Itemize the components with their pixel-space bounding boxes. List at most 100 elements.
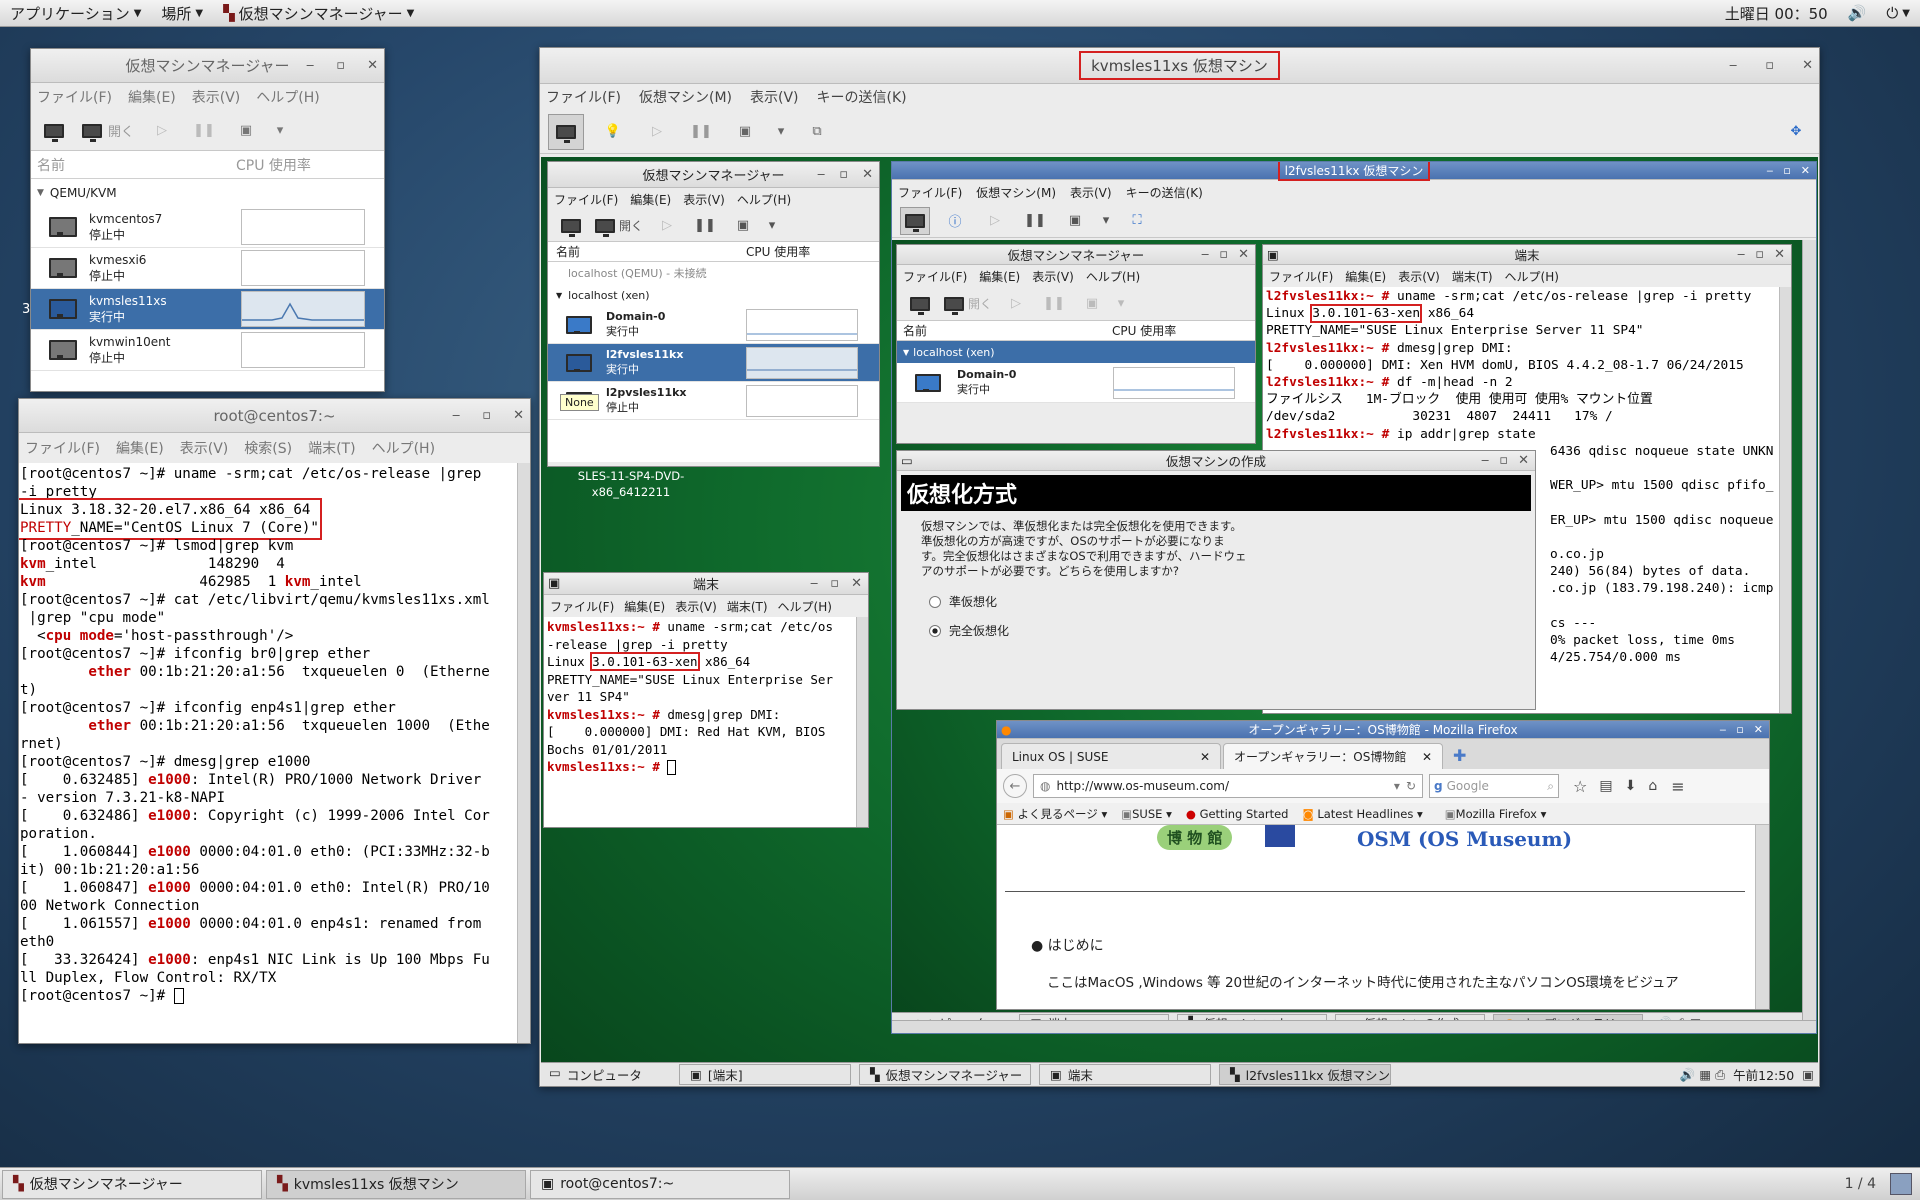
minimize-button[interactable]: ‒ (1729, 58, 1737, 73)
task-kvm-vm[interactable]: ▚ kvmsles11xs 仮想マシン (266, 1169, 526, 1199)
list-item[interactable]: kvmcentos7 停止中 (31, 207, 384, 248)
new-vm-icon[interactable] (556, 212, 586, 240)
dvd-desktop-label[interactable]: SLES-11-SP4-DVD-x86_6412211 (561, 468, 701, 500)
radio-paravirt[interactable]: 準仮想化 (929, 593, 1535, 610)
printer-icon[interactable]: ⎙ (1715, 1067, 1725, 1083)
title-bar[interactable]: ▣ 端末 ‒ ▫ ✕ (544, 573, 868, 595)
fullscreen-icon[interactable]: ⛶ (1122, 207, 1152, 235)
l2-guest-display[interactable]: 仮想マシンマネージャー ‒ ▫ ✕ ファイル(F) 編集(E) 表示(V) ヘルプ(H) 開… (892, 240, 1802, 1033)
details-bulb-icon[interactable]: 💡 (598, 118, 628, 146)
url-bar[interactable]: ◍ http://www.os-museum.com/ ▾ ↻ (1033, 774, 1423, 798)
volume-icon[interactable]: 🔊 (1838, 4, 1877, 22)
task-terminal[interactable]: ▣ 端末 (1039, 1064, 1211, 1085)
group-qemu-kvm[interactable]: ▼ QEMU/KVM (31, 179, 384, 207)
menu-edit[interactable]: 編集(E) (128, 87, 176, 107)
menu-edit[interactable]: 編集(E) (624, 598, 665, 615)
stop-icon[interactable]: ▣ (728, 212, 758, 240)
minimize-button[interactable]: ‒ (810, 576, 818, 591)
title-bar[interactable]: 仮想マシンマネージャー ‒ ▫ ✕ (897, 245, 1255, 265)
snapshot-icon[interactable]: ⧉ (802, 118, 832, 146)
scrollbar[interactable] (856, 617, 868, 827)
maximize-button[interactable]: ▫ (1499, 453, 1508, 468)
task-l2-vm[interactable]: ▚ l2fvsles11kx 仮想マシン (1219, 1064, 1391, 1085)
menu-send-key[interactable]: キーの送信(K) (817, 87, 907, 107)
menu-file[interactable]: ファイル(F) (37, 87, 112, 107)
play-icon[interactable]: ▷ (980, 207, 1010, 235)
new-vm-icon[interactable] (905, 290, 935, 318)
stop-icon[interactable]: ▣ (730, 118, 760, 146)
column-cpu[interactable]: CPU 使用率 (746, 243, 810, 260)
list-item[interactable]: Domain-0 実行中 (548, 306, 879, 344)
scrollbar[interactable] (1779, 287, 1791, 713)
maximize-button[interactable]: ▫ (1783, 164, 1790, 177)
menu-vm[interactable]: 仮想マシン(M) (639, 87, 732, 107)
open-button[interactable]: 開く (943, 290, 993, 318)
menu-edit[interactable]: 編集(E) (630, 191, 671, 208)
maximize-button[interactable]: ▫ (1219, 247, 1228, 262)
l2-vscrollbar[interactable] (1802, 240, 1816, 1020)
scrollbar[interactable] (1755, 825, 1769, 1009)
stop-icon[interactable]: ▣ (1077, 290, 1107, 318)
close-button[interactable]: ✕ (367, 58, 378, 73)
menu-file[interactable]: ファイル(F) (25, 438, 100, 458)
play-icon[interactable]: ▷ (642, 118, 672, 146)
menu-help[interactable]: ヘルプ(H) (256, 87, 319, 107)
task-vmm[interactable]: ▚ 仮想マシンマネージャー (859, 1064, 1031, 1085)
chevron-down-icon[interactable]: ▾ (774, 118, 788, 146)
back-icon[interactable]: ← (1003, 774, 1027, 798)
menu-view[interactable]: 表示(V) (180, 438, 229, 458)
l2-hscrollbar[interactable] (892, 1020, 1816, 1033)
menu-view[interactable]: 表示(V) (1070, 184, 1112, 201)
column-cpu[interactable]: CPU 使用率 (236, 155, 311, 175)
console-icon[interactable] (548, 113, 584, 150)
play-icon[interactable]: ▷ (1001, 290, 1031, 318)
pause-icon[interactable]: ❚❚ (1039, 290, 1069, 318)
reload-icon[interactable]: ↻ (1406, 779, 1416, 793)
title-bar[interactable]: ▭ 仮想マシンの作成 ‒ ▫ ✕ (897, 451, 1535, 471)
chevron-down-icon[interactable]: ▾ (1115, 290, 1127, 318)
download-icon[interactable]: ⬇ (1625, 778, 1637, 794)
menu-view[interactable]: 表示(V) (675, 598, 717, 615)
search-box[interactable]: g Google ⌕ (1429, 774, 1559, 798)
close-button[interactable]: ✕ (1801, 164, 1810, 177)
menu-view[interactable]: 表示(V) (1398, 268, 1440, 285)
pause-icon[interactable]: ❚❚ (189, 117, 219, 145)
list-item[interactable]: kvmesxi6 停止中 (31, 248, 384, 289)
connection-xen[interactable]: ▼ localhost (xen) (548, 284, 879, 306)
menu-file[interactable]: ファイル(F) (903, 268, 967, 285)
title-bar[interactable]: ▣ 端末 ‒ ▫ ✕ (1263, 245, 1791, 265)
network-icon[interactable]: ▦ (1699, 1067, 1711, 1082)
tab-osmuseum[interactable]: オープンギャラリー：OS博物館 ✕ (1223, 743, 1443, 769)
menu-file[interactable]: ファイル(F) (546, 87, 621, 107)
resize-to-vm-icon[interactable]: ✥ (1781, 118, 1811, 146)
power-menu[interactable]: ⏻ ▼ (1876, 4, 1920, 22)
menu-help[interactable]: ヘルプ(H) (737, 191, 791, 208)
guest-display[interactable]: 仮想マシンマネージャー ‒ ▫ ✕ ファイル(F) 編集(E) 表示(V) ヘルプ(H) … (541, 157, 1818, 1086)
menu-terminal[interactable]: 端末(T) (308, 438, 355, 458)
maximize-button[interactable]: ▫ (1755, 247, 1764, 262)
pause-icon[interactable]: ❚❚ (686, 118, 716, 146)
radio-fullvirt[interactable]: 完全仮想化 (929, 622, 1535, 639)
column-name[interactable]: 名前 (897, 322, 1112, 339)
menu-terminal[interactable]: 端末(T) (727, 598, 768, 615)
close-tab-icon[interactable]: ✕ (1422, 750, 1432, 764)
maximize-button[interactable]: ▫ (830, 576, 839, 591)
play-icon[interactable]: ▷ (147, 117, 177, 145)
minimize-button[interactable]: ‒ (1201, 247, 1209, 262)
minimize-button[interactable]: ‒ (817, 167, 825, 182)
close-button[interactable]: ✕ (1774, 247, 1785, 262)
menu-file[interactable]: ファイル(F) (1269, 268, 1333, 285)
connection-qemu[interactable]: localhost (QEMU) - 未接続 (548, 262, 879, 284)
close-button[interactable]: ✕ (862, 167, 873, 182)
menu-file[interactable]: ファイル(F) (550, 598, 614, 615)
minimize-button[interactable]: ‒ (306, 58, 314, 73)
vmm-app-menu[interactable]: ▚ 仮想マシンマネージャー ▼ (213, 3, 424, 24)
menu-view[interactable]: 表示(V) (1032, 268, 1074, 285)
menu-hamburger-icon[interactable]: ≡ (1671, 777, 1684, 796)
menu-edit[interactable]: 編集(E) (1345, 268, 1386, 285)
minimize-button[interactable]: ‒ (452, 408, 460, 423)
menu-vm[interactable]: 仮想マシン(M) (976, 184, 1056, 201)
close-button[interactable]: ✕ (1754, 723, 1763, 736)
show-desktop-icon[interactable]: ▣ (1802, 1067, 1818, 1082)
open-button[interactable]: 開く (594, 212, 644, 240)
